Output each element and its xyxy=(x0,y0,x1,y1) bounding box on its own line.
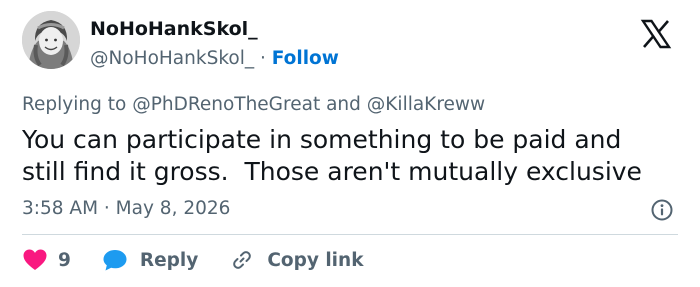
copy-link-button[interactable]: Copy link xyxy=(230,248,364,272)
follow-button[interactable]: Follow xyxy=(272,48,339,69)
tweet-text-line: You can participate in something to be p… xyxy=(22,125,622,154)
reply-context: Replying to @PhDRenoTheGreat and @KillaK… xyxy=(22,94,485,115)
tweet-text-line: still find it gross. Those aren't mutual… xyxy=(22,157,642,186)
like-button[interactable]: 9 xyxy=(22,248,71,272)
separator-dot: · xyxy=(259,48,266,69)
mention-link-2[interactable]: @KillaKreww xyxy=(367,94,485,115)
mention-link-1[interactable]: @PhDRenoTheGreat xyxy=(132,94,320,115)
display-name[interactable]: NoHoHankSkol_ xyxy=(90,18,258,40)
link-icon xyxy=(233,251,252,269)
x-logo-icon[interactable] xyxy=(640,18,672,50)
reply-conjunction: and xyxy=(326,94,361,115)
heart-icon xyxy=(23,249,47,270)
avatar[interactable] xyxy=(22,11,80,69)
author-handle-line: @NoHoHankSkol_ · Follow xyxy=(90,48,339,69)
reply-button[interactable]: Reply xyxy=(102,248,198,272)
action-bar: 9 Reply Copy link xyxy=(22,245,364,275)
reply-label: Reply xyxy=(139,249,199,271)
divider xyxy=(22,234,678,235)
tweet-text: You can participate in something to be p… xyxy=(22,124,682,188)
copy-link-label: Copy link xyxy=(267,249,364,271)
reply-prefix: Replying to xyxy=(22,94,127,115)
reply-bubble-icon xyxy=(103,250,127,271)
author-handle[interactable]: @NoHoHankSkol_ xyxy=(90,48,254,69)
like-count: 9 xyxy=(58,249,71,271)
info-icon[interactable] xyxy=(650,198,674,222)
avatar-portrait-icon xyxy=(22,11,80,69)
tweet-timestamp[interactable]: 3:58 AM · May 8, 2026 xyxy=(22,198,230,219)
